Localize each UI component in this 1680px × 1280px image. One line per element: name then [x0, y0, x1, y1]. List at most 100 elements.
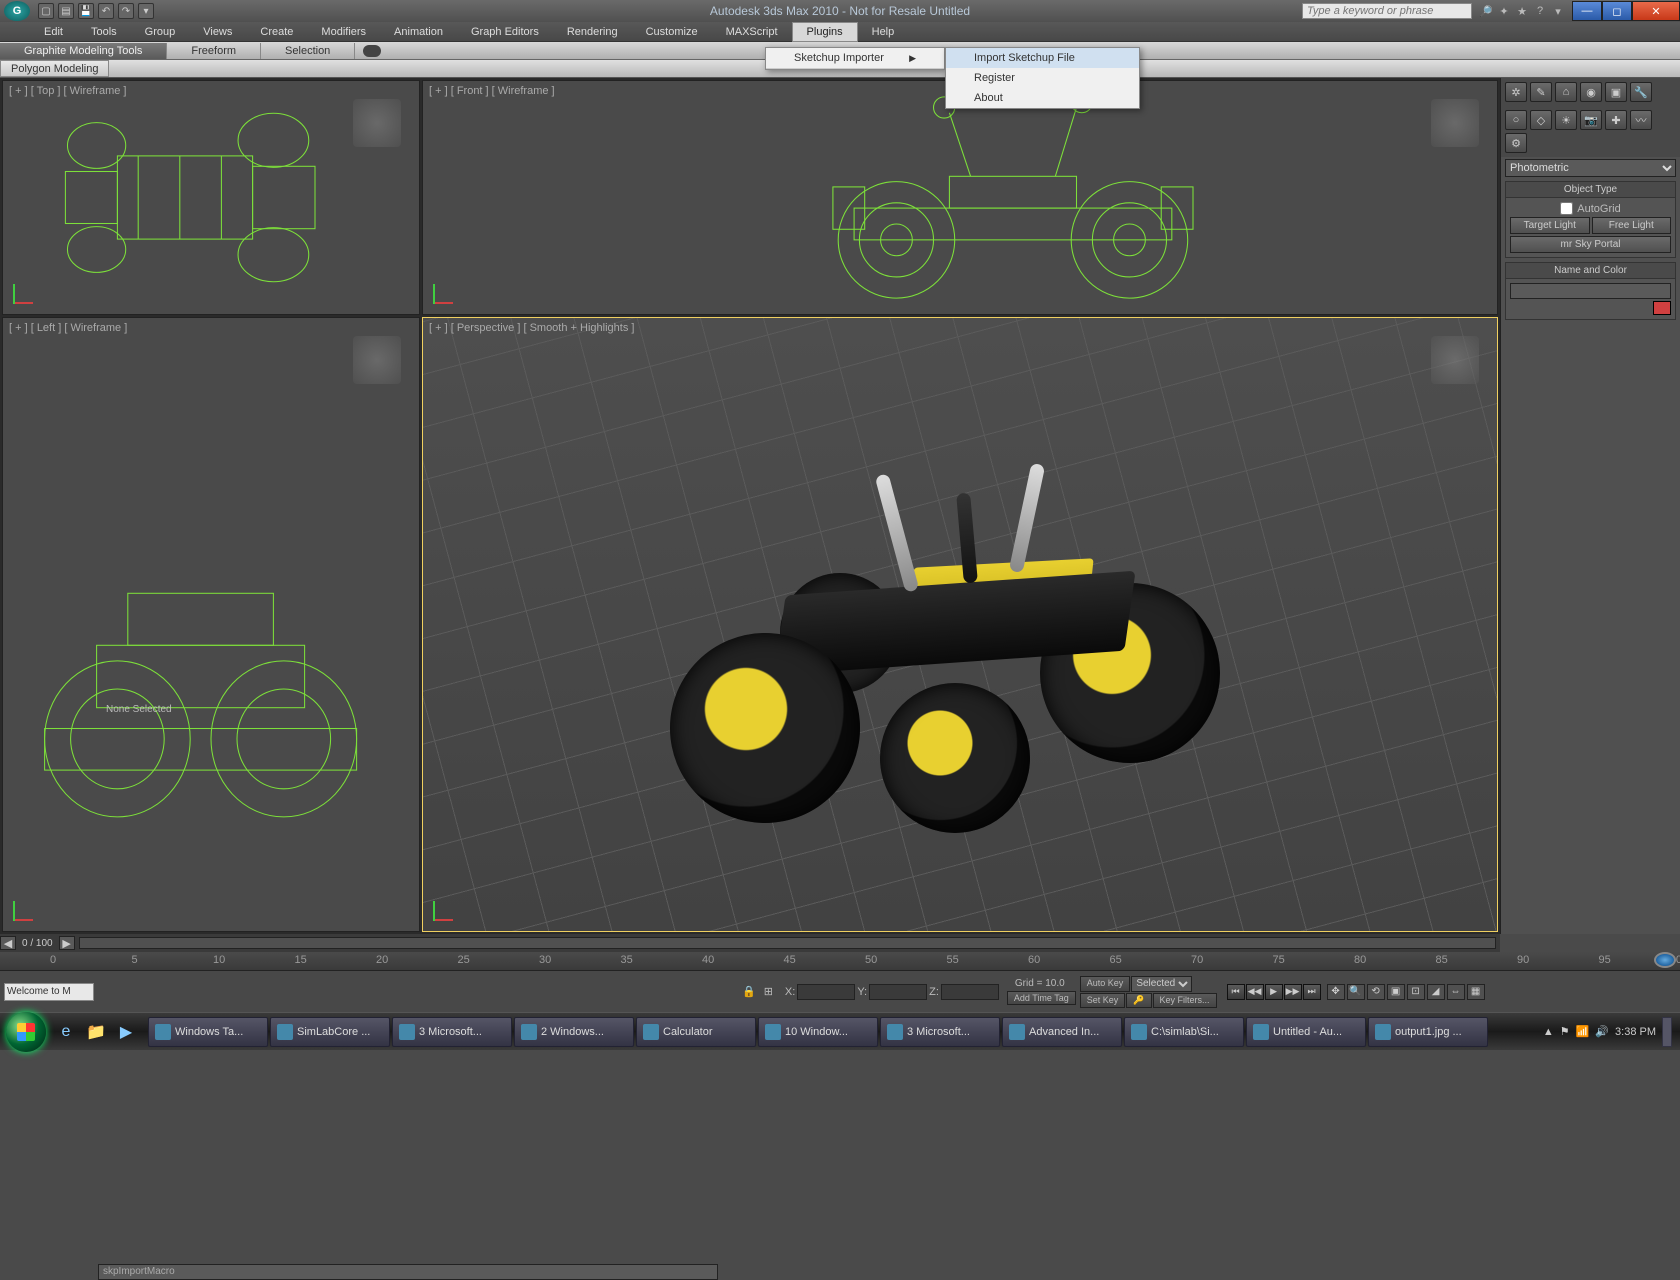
menu-item-import-sketchup[interactable]: Import Sketchup File — [946, 48, 1139, 68]
taskbar-item[interactable]: 10 Window... — [758, 1017, 878, 1047]
tray-up-icon[interactable]: ▲ — [1543, 1026, 1554, 1038]
walk-icon[interactable]: ⇔ — [1447, 984, 1465, 1000]
maxscript-listener[interactable] — [4, 983, 94, 1001]
utilities-tab-icon[interactable]: 🔧 — [1630, 82, 1652, 102]
undo-icon[interactable]: ↶ — [98, 3, 114, 19]
taskbar-item[interactable]: Advanced In... — [1002, 1017, 1122, 1047]
menu-modifiers[interactable]: Modifiers — [307, 23, 380, 41]
favorites-icon[interactable]: ★ — [1514, 3, 1530, 19]
pan-icon[interactable]: ✥ — [1327, 984, 1345, 1000]
trackbar-toggle-icon[interactable] — [0, 952, 50, 970]
show-desktop-button[interactable] — [1662, 1017, 1672, 1047]
viewcube-icon[interactable] — [353, 336, 401, 384]
taskbar-item[interactable]: SimLabCore ... — [270, 1017, 390, 1047]
next-frame-icon[interactable]: ▶▶ — [1284, 984, 1302, 1000]
play-icon[interactable]: ▶ — [1265, 984, 1283, 1000]
hierarchy-tab-icon[interactable]: ⌂ — [1555, 82, 1577, 102]
goto-start-icon[interactable]: ⏮ — [1227, 984, 1245, 1000]
taskbar-item[interactable]: 3 Microsoft... — [880, 1017, 1000, 1047]
menu-maxscript[interactable]: MAXScript — [712, 23, 792, 41]
help-icon[interactable]: ? — [1532, 3, 1548, 19]
add-time-tag-button[interactable]: Add Time Tag — [1007, 991, 1076, 1005]
snap-icon[interactable]: ⊞ — [764, 985, 773, 998]
autokey-button[interactable]: Auto Key — [1080, 976, 1131, 992]
motion-tab-icon[interactable]: ◉ — [1580, 82, 1602, 102]
taskbar-item[interactable]: output1.jpg ... — [1368, 1017, 1488, 1047]
autogrid-checkbox[interactable]: AutoGrid — [1510, 202, 1671, 215]
fov-icon[interactable]: ◢ — [1427, 984, 1445, 1000]
menu-customize[interactable]: Customize — [632, 23, 712, 41]
minimize-button[interactable]: — — [1572, 1, 1602, 21]
object-name-input[interactable] — [1510, 283, 1671, 299]
viewport-label[interactable]: [ + ] [ Left ] [ Wireframe ] — [9, 322, 127, 334]
taskbar-item[interactable]: 2 Windows... — [514, 1017, 634, 1047]
viewport-label[interactable]: [ + ] [ Perspective ] [ Smooth + Highlig… — [429, 322, 634, 334]
menu-tools[interactable]: Tools — [77, 23, 131, 41]
orbit-icon[interactable]: ⟲ — [1367, 984, 1385, 1000]
rollout-header[interactable]: Name and Color — [1506, 263, 1675, 279]
search-input[interactable] — [1302, 3, 1472, 19]
time-prev-icon[interactable]: ◀ — [0, 936, 16, 950]
systems-icon[interactable]: ⚙ — [1505, 133, 1527, 153]
modify-tab-icon[interactable]: ✎ — [1530, 82, 1552, 102]
spacewarps-icon[interactable]: 〰 — [1630, 110, 1652, 130]
cameras-icon[interactable]: 📷 — [1580, 110, 1602, 130]
viewcube-icon[interactable] — [1431, 336, 1479, 384]
menu-group[interactable]: Group — [131, 23, 190, 41]
display-tab-icon[interactable]: ▣ — [1605, 82, 1627, 102]
dropdown-icon[interactable]: ▾ — [1550, 3, 1566, 19]
close-button[interactable]: ✕ — [1632, 1, 1680, 21]
prev-frame-icon[interactable]: ◀◀ — [1246, 984, 1264, 1000]
shapes-icon[interactable]: ◇ — [1530, 110, 1552, 130]
key-icon[interactable]: 🔑 — [1126, 993, 1151, 1008]
menu-item-register[interactable]: Register — [946, 68, 1139, 88]
open-icon[interactable]: ▤ — [58, 3, 74, 19]
free-light-button[interactable]: Free Light — [1592, 217, 1672, 234]
start-button[interactable] — [6, 1012, 46, 1052]
menu-animation[interactable]: Animation — [380, 23, 457, 41]
viewcube-icon[interactable] — [1431, 99, 1479, 147]
adaptive-degradation-icon[interactable] — [1654, 952, 1676, 968]
create-tab-icon[interactable]: ✲ — [1505, 82, 1527, 102]
category-dropdown[interactable]: Photometric — [1505, 159, 1676, 177]
zoom-icon[interactable]: 🔍 — [1347, 984, 1365, 1000]
ribbon-tab-selection[interactable]: Selection — [261, 43, 355, 59]
menu-edit[interactable]: Edit — [30, 23, 77, 41]
tray-network-icon[interactable]: 📶 — [1576, 1025, 1590, 1038]
app-logo-icon[interactable]: G — [4, 1, 30, 21]
taskbar-item[interactable]: C:\simlab\Si... — [1124, 1017, 1244, 1047]
lock-icon[interactable]: 🔒 — [742, 985, 756, 998]
object-color-swatch[interactable] — [1653, 301, 1671, 315]
viewport-top[interactable]: [ + ] [ Top ] [ Wireframe ] — [2, 80, 420, 315]
viewport-label[interactable]: [ + ] [ Top ] [ Wireframe ] — [9, 85, 126, 97]
ribbon-polygon-modeling[interactable]: Polygon Modeling — [0, 60, 109, 77]
binoculars-icon[interactable]: 🔎 — [1478, 3, 1494, 19]
explorer-icon[interactable]: 📁 — [82, 1018, 110, 1046]
viewport-label[interactable]: [ + ] [ Front ] [ Wireframe ] — [429, 85, 555, 97]
min-max-icon[interactable]: ▦ — [1467, 984, 1485, 1000]
menu-plugins[interactable]: Plugins — [792, 22, 858, 42]
ribbon-tab-freeform[interactable]: Freeform — [167, 43, 261, 59]
menu-create[interactable]: Create — [246, 23, 307, 41]
goto-end-icon[interactable]: ⏭ — [1303, 984, 1321, 1000]
media-icon[interactable]: ▶ — [112, 1018, 140, 1046]
taskbar-item[interactable]: Calculator — [636, 1017, 756, 1047]
coord-z-input[interactable] — [941, 984, 999, 1000]
new-icon[interactable]: ▢ — [38, 3, 54, 19]
ribbon-tab-graphite[interactable]: Graphite Modeling Tools — [0, 43, 167, 59]
ie-icon[interactable]: e — [52, 1018, 80, 1046]
target-light-button[interactable]: Target Light — [1510, 217, 1590, 234]
maximize-button[interactable]: ◻ — [1602, 1, 1632, 21]
viewport-front[interactable]: [ + ] [ Front ] [ Wireframe ] — [422, 80, 1498, 315]
menu-rendering[interactable]: Rendering — [553, 23, 632, 41]
taskbar-item[interactable]: Windows Ta... — [148, 1017, 268, 1047]
helpers-icon[interactable]: ✚ — [1605, 110, 1627, 130]
tray-flag-icon[interactable]: ⚑ — [1560, 1025, 1570, 1038]
tray-volume-icon[interactable]: 🔊 — [1595, 1025, 1609, 1038]
coord-y-input[interactable] — [869, 984, 927, 1000]
mr-sky-portal-button[interactable]: mr Sky Portal — [1510, 236, 1671, 253]
keymode-dropdown[interactable]: Selected — [1131, 976, 1192, 992]
menu-grapheditors[interactable]: Graph Editors — [457, 23, 553, 41]
menu-help[interactable]: Help — [858, 23, 909, 41]
ribbon-toggle-icon[interactable] — [363, 45, 381, 57]
